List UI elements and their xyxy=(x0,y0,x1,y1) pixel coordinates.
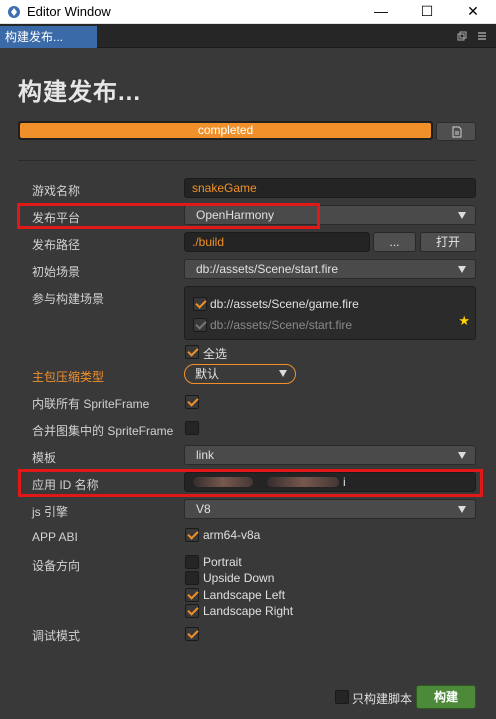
template-value: link xyxy=(196,448,215,462)
tab-build[interactable]: 构建发布... xyxy=(0,26,97,48)
scene-game-checkbox[interactable] xyxy=(193,297,207,311)
page-title: 构建发布... xyxy=(18,79,142,106)
merge-spriteframe-label: 合并图集中的 SpriteFrame xyxy=(32,424,174,438)
window-title: Editor Window xyxy=(27,4,111,19)
chevron-down-icon xyxy=(458,266,466,273)
app-icon xyxy=(8,6,20,18)
chevron-down-icon xyxy=(458,212,466,219)
window-titlebar: Editor Window — ☐ ✕ xyxy=(0,0,496,24)
chevron-down-icon xyxy=(458,506,466,513)
inline-spriteframe-label: 内联所有 SpriteFrame xyxy=(32,397,150,411)
scene-list: db://assets/Scene/game.fire db://assets/… xyxy=(184,286,476,340)
star-icon: ★ xyxy=(458,313,470,328)
menu-icon[interactable] xyxy=(477,31,487,41)
close-button[interactable]: ✕ xyxy=(450,0,496,24)
maximize-button[interactable]: ☐ xyxy=(404,0,450,24)
scenes-label: 参与构建场景 xyxy=(32,292,105,306)
app-abi-label: APP ABI xyxy=(32,530,78,544)
open-folder-button[interactable]: 打开 xyxy=(420,232,476,252)
app-abi-option: arm64-v8a xyxy=(203,528,261,542)
browse-button[interactable]: ... xyxy=(373,232,416,252)
orientation-upside-down-checkbox[interactable] xyxy=(185,571,199,585)
scene-start-checkbox xyxy=(193,318,207,332)
js-engine-select[interactable]: V8 xyxy=(184,499,476,519)
build-path-label: 发布路径 xyxy=(32,238,81,252)
tab-bar: 构建发布... xyxy=(0,24,496,48)
start-scene-label: 初始场景 xyxy=(32,265,81,279)
scene-game-path: db://assets/Scene/game.fire xyxy=(210,297,359,311)
build-panel: 构建发布... completed 游戏名称 snakeGame 发布平台 Op… xyxy=(0,48,496,719)
orientation-portrait-label: Portrait xyxy=(203,555,242,569)
divider xyxy=(18,160,476,161)
app-abi-checkbox[interactable] xyxy=(185,528,199,542)
orientation-label: 设备方向 xyxy=(32,559,81,573)
chevron-down-icon xyxy=(458,452,466,459)
inline-spriteframe-checkbox[interactable] xyxy=(185,395,199,409)
start-scene-select[interactable]: db://assets/Scene/start.fire xyxy=(184,259,476,279)
js-engine-value: V8 xyxy=(196,502,211,516)
js-engine-label: js 引擎 xyxy=(32,505,69,519)
compression-label: 主包压缩类型 xyxy=(32,370,105,384)
merge-spriteframe-checkbox[interactable] xyxy=(185,421,199,435)
select-all-label: 全选 xyxy=(203,347,228,361)
orientation-upside-down-label: Upside Down xyxy=(203,571,275,585)
select-all-checkbox[interactable] xyxy=(185,345,199,359)
game-name-input[interactable]: snakeGame xyxy=(184,178,476,198)
orientation-landscape-left-label: Landscape Left xyxy=(203,588,286,602)
script-only-label: 只构建脚本 xyxy=(352,692,413,706)
open-log-button[interactable] xyxy=(436,122,476,141)
chevron-down-icon xyxy=(279,370,287,377)
debug-mode-label: 调试模式 xyxy=(32,629,81,643)
compression-select[interactable]: 默认 xyxy=(184,364,296,384)
orientation-landscape-right-label: Landscape Right xyxy=(203,604,294,618)
game-name-label: 游戏名称 xyxy=(32,184,81,198)
minimize-button[interactable]: — xyxy=(358,0,404,24)
compression-value: 默认 xyxy=(195,367,220,381)
start-scene-value: db://assets/Scene/start.fire xyxy=(196,262,339,276)
document-icon xyxy=(452,126,462,138)
orientation-landscape-left-checkbox[interactable] xyxy=(185,588,199,602)
progress-text: completed xyxy=(197,123,254,137)
debug-mode-checkbox[interactable] xyxy=(185,627,199,641)
orientation-portrait-checkbox[interactable] xyxy=(185,555,199,569)
template-select[interactable]: link xyxy=(184,445,476,465)
build-button[interactable]: 构建 xyxy=(416,685,476,709)
build-path-input[interactable]: ./build xyxy=(184,232,370,252)
popout-icon[interactable] xyxy=(457,31,467,41)
build-progress-bar: completed xyxy=(18,121,433,140)
highlight-box-platform xyxy=(17,203,320,229)
scene-start-path: db://assets/Scene/start.fire xyxy=(210,318,353,332)
highlight-box-app-id xyxy=(18,469,483,497)
orientation-landscape-right-checkbox[interactable] xyxy=(185,604,199,618)
script-only-checkbox[interactable] xyxy=(335,690,349,704)
template-label: 模板 xyxy=(32,451,57,465)
